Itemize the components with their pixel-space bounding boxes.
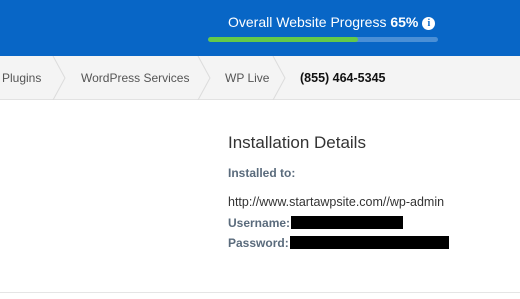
breadcrumb-separator — [272, 56, 286, 100]
installed-to-label: Installed to: — [228, 166, 296, 180]
progress-bar-fill — [208, 37, 358, 42]
support-phone-number[interactable]: (855) 464-5345 — [300, 56, 385, 100]
breadcrumb-item-plugins[interactable]: Plugins — [2, 56, 41, 100]
progress-title: Overall Website Progress 65% i — [228, 14, 436, 30]
progress-percent: 65% — [390, 14, 419, 30]
username-redacted-value — [291, 216, 403, 229]
password-label: Password: — [228, 236, 289, 250]
breadcrumb-item-wordpress-services[interactable]: WordPress Services — [81, 56, 189, 100]
installation-details-heading: Installation Details — [228, 133, 366, 152]
install-url[interactable]: http://www.startawpsite.com//wp-admin — [228, 195, 444, 209]
breadcrumb-separator — [52, 56, 66, 100]
username-label: Username: — [228, 216, 291, 230]
progress-label: Overall Website Progress — [228, 14, 387, 30]
breadcrumb-item-wp-live[interactable]: WP Live — [225, 56, 269, 100]
info-icon[interactable]: i — [422, 17, 436, 30]
password-redacted-value — [290, 236, 449, 249]
divider — [0, 292, 520, 293]
progress-header: Overall Website Progress 65% i — [0, 0, 520, 56]
breadcrumb: Plugins WordPress Services WP Live (855)… — [0, 56, 520, 100]
breadcrumb-separator — [197, 56, 211, 100]
progress-bar — [208, 37, 438, 42]
